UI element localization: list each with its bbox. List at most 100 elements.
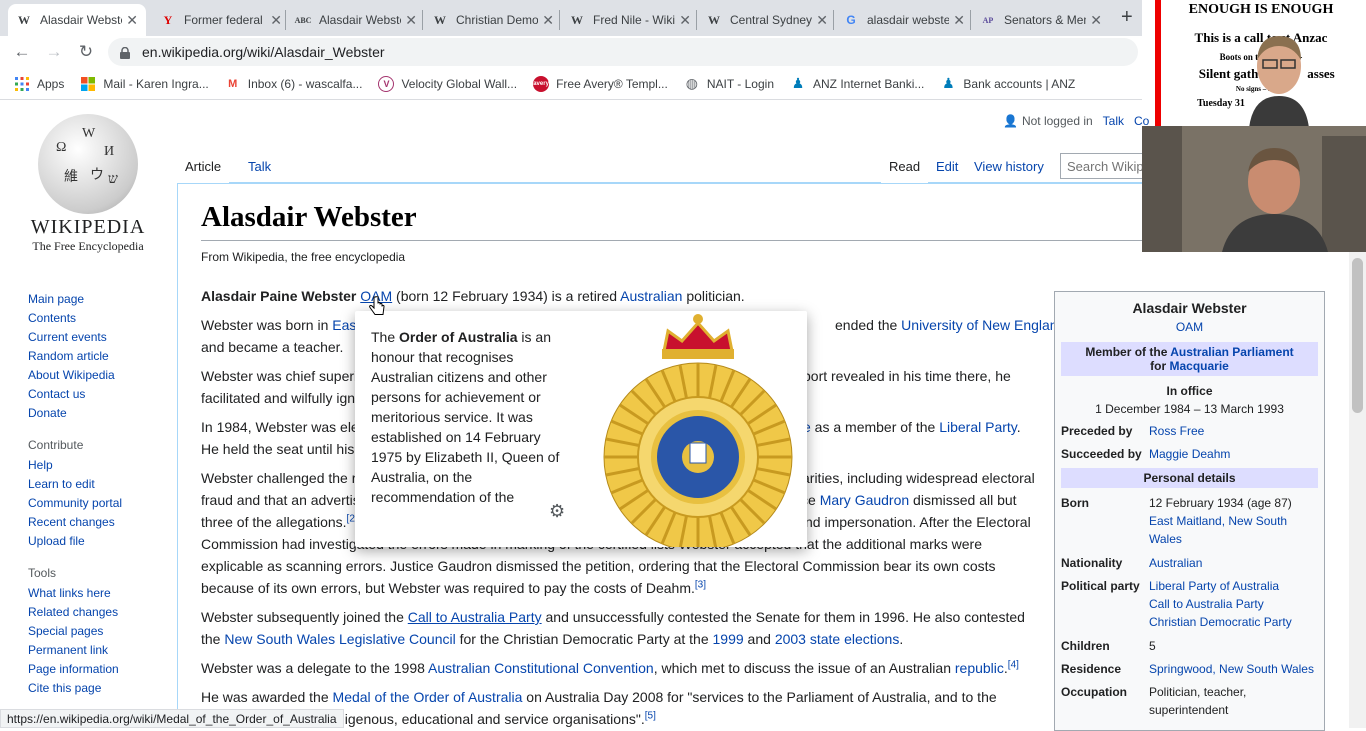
sidebar-item-donate[interactable]: Donate xyxy=(28,404,168,423)
une-link[interactable]: University of New England xyxy=(901,317,1065,333)
maggie-deahm-link[interactable]: Maggie Deahm xyxy=(1149,445,1318,463)
text: arities, including widespread electoral xyxy=(802,470,1035,486)
sidebar-item-what-links-here[interactable]: What links here xyxy=(28,584,168,603)
bookmark-label: Apps xyxy=(37,76,65,91)
gear-icon[interactable]: ⚙ xyxy=(549,501,565,522)
preview-bold-term: Order of Australia xyxy=(399,329,518,345)
close-icon[interactable]: ✕ xyxy=(679,12,691,29)
back-icon[interactable]: ← xyxy=(10,40,34,64)
call-to-australia-link[interactable]: Call to Australia Party xyxy=(408,609,542,625)
sidebar-item-about[interactable]: About Wikipedia xyxy=(28,366,168,385)
sidebar-item-contact[interactable]: Contact us xyxy=(28,385,168,404)
tab-google-search[interactable]: G alasdair webster ✕ xyxy=(835,4,973,36)
search-input[interactable] xyxy=(1060,153,1150,179)
christian-democratic-link[interactable]: Christian Democratic Party xyxy=(503,631,670,647)
australian-link[interactable]: Australian xyxy=(620,288,682,304)
new-tab-icon[interactable]: + xyxy=(1121,6,1133,29)
nationality-link[interactable]: Australian xyxy=(1149,554,1318,572)
bookmark-anz-banking[interactable]: ♟ ANZ Internet Banki... xyxy=(790,75,925,92)
bookmark-avery[interactable]: avery Free Avery® Templ... xyxy=(533,75,668,92)
sidebar-item-main-page[interactable]: Main page xyxy=(28,290,168,309)
sidebar-item-help[interactable]: Help xyxy=(28,456,168,475)
ross-free-link[interactable]: Ross Free xyxy=(1149,422,1318,440)
globe-icon: ◍ xyxy=(685,75,698,91)
election-2003-link[interactable]: 2003 state elections xyxy=(775,631,900,647)
infobox-post-nominal[interactable]: OAM xyxy=(1061,320,1318,334)
tab-talk[interactable]: Talk xyxy=(240,150,279,183)
forward-icon[interactable]: → xyxy=(42,40,66,64)
page-scrollbar[interactable] xyxy=(1349,252,1366,728)
close-icon[interactable]: ✕ xyxy=(1090,12,1102,29)
citation[interactable]: [3] xyxy=(695,579,706,590)
sidebar-item-related-changes[interactable]: Related changes xyxy=(28,603,168,622)
row-label: Nationality xyxy=(1061,556,1123,570)
citation[interactable]: [2 xyxy=(347,513,355,524)
election-1999-link[interactable]: 1999 xyxy=(713,631,744,647)
infobox-row-children: Children 5 xyxy=(1061,637,1318,655)
bookmark-anz-accounts[interactable]: ♟ Bank accounts | ANZ xyxy=(940,75,1075,92)
liberal-party-link[interactable]: Liberal Party of Australia xyxy=(1149,577,1318,595)
liberal-party-link[interactable]: Liberal Party xyxy=(939,419,1017,435)
tab-christian-democratic[interactable]: W Christian Democratic ✕ xyxy=(424,4,562,36)
text: port revealed in his time there, he xyxy=(803,368,1011,384)
tab-abc[interactable]: ABC Alasdair Webster ✕ xyxy=(287,4,425,36)
close-icon[interactable]: ✕ xyxy=(405,12,417,29)
infobox: Alasdair Webster OAM Member of the Austr… xyxy=(1054,291,1325,731)
sidebar-item-contents[interactable]: Contents xyxy=(28,309,168,328)
tab-fred-nile[interactable]: W Fred Nile - Wikipedia ✕ xyxy=(561,4,699,36)
tab-central-sydney[interactable]: W Central Sydney ✕ xyxy=(698,4,836,36)
nsw-legislative-council-link[interactable]: New South Wales Legislative Council xyxy=(224,631,455,647)
personal-talk-link[interactable]: Talk xyxy=(1103,114,1124,128)
medal-order-link[interactable]: Medal of the Order of Australia xyxy=(333,689,523,705)
tab-alasdair-webster[interactable]: W Alasdair Webster ✕ xyxy=(8,4,146,36)
tab-read[interactable]: Read xyxy=(881,150,929,183)
reload-icon[interactable]: ↻ xyxy=(74,40,98,64)
bookmark-label: ANZ Internet Banki... xyxy=(813,76,925,91)
tab-senators-members[interactable]: AP Senators & Members ✕ xyxy=(972,4,1110,36)
sidebar-item-upload-file[interactable]: Upload file xyxy=(28,532,168,551)
bookmark-apps[interactable]: Apps xyxy=(14,76,64,92)
bookmark-inbox[interactable]: M Inbox (6) - wascalfa... xyxy=(225,76,362,92)
sidebar-item-recent-changes[interactable]: Recent changes xyxy=(28,513,168,532)
citation[interactable]: [4] xyxy=(1008,659,1019,670)
page-preview-popup[interactable]: The Order of Australia is an honour that… xyxy=(355,311,807,547)
close-icon[interactable]: ✕ xyxy=(542,12,554,29)
sidebar-item-special-pages[interactable]: Special pages xyxy=(28,622,168,641)
close-icon[interactable]: ✕ xyxy=(816,12,828,29)
close-icon[interactable]: ✕ xyxy=(953,12,965,29)
sidebar-item-community-portal[interactable]: Community portal xyxy=(28,494,168,513)
tab-former-federal[interactable]: Y Former federal ✕ xyxy=(152,4,290,36)
tab-view-history[interactable]: View history xyxy=(966,150,1052,183)
sidebar-item-cite-this-page[interactable]: Cite this page xyxy=(28,679,168,698)
christian-democratic-link[interactable]: Christian Democratic Party xyxy=(1149,613,1318,631)
republic-link[interactable]: republic xyxy=(955,660,1004,676)
bookmark-nait[interactable]: ◍ NAIT - Login xyxy=(684,75,774,92)
sidebar-item-page-information[interactable]: Page information xyxy=(28,660,168,679)
macquarie-link[interactable]: Macquarie xyxy=(1169,359,1228,373)
tab-article[interactable]: Article xyxy=(177,150,230,183)
parliament-link[interactable]: Australian Parliament xyxy=(1170,345,1293,359)
sidebar-item-permanent-link[interactable]: Permanent link xyxy=(28,641,168,660)
sidebar-item-learn-to-edit[interactable]: Learn to edit xyxy=(28,475,168,494)
close-icon[interactable]: ✕ xyxy=(270,12,282,29)
tab-edit[interactable]: Edit xyxy=(928,150,966,183)
text: as a member of the xyxy=(810,419,940,435)
sidebar-item-random-article[interactable]: Random article xyxy=(28,347,168,366)
bookmark-mail[interactable]: Mail - Karen Ingra... xyxy=(80,76,209,92)
sidebar-item-current-events[interactable]: Current events xyxy=(28,328,168,347)
citation[interactable]: [5] xyxy=(645,710,656,721)
text: and unsuccessfully contested the Senate … xyxy=(541,609,1025,625)
close-icon[interactable]: ✕ xyxy=(126,12,138,29)
constitutional-convention-link[interactable]: Australian Constitutional Convention xyxy=(428,660,654,676)
scrollbar-thumb[interactable] xyxy=(1352,258,1363,413)
text: facilitated and wilfully igno xyxy=(201,390,363,406)
address-bar[interactable]: en.wikipedia.org/wiki/Alasdair_Webster xyxy=(108,38,1138,66)
mary-gaudron-link[interactable]: Mary Gaudron xyxy=(820,492,909,508)
bookmark-label: Free Avery® Templ... xyxy=(556,76,668,91)
birthplace-link[interactable]: East Maitland, New South Wales xyxy=(1149,512,1318,548)
wikipedia-logo[interactable]: ΩWИ 維ウש WIKIPEDIA The Free Encyclopedia xyxy=(26,114,150,254)
text: Webster challenged the r xyxy=(201,470,357,486)
bookmark-velocity[interactable]: V Velocity Global Wall... xyxy=(378,75,517,92)
call-to-australia-link[interactable]: Call to Australia Party xyxy=(1149,595,1318,613)
residence-link[interactable]: Springwood, New South Wales xyxy=(1149,660,1318,678)
